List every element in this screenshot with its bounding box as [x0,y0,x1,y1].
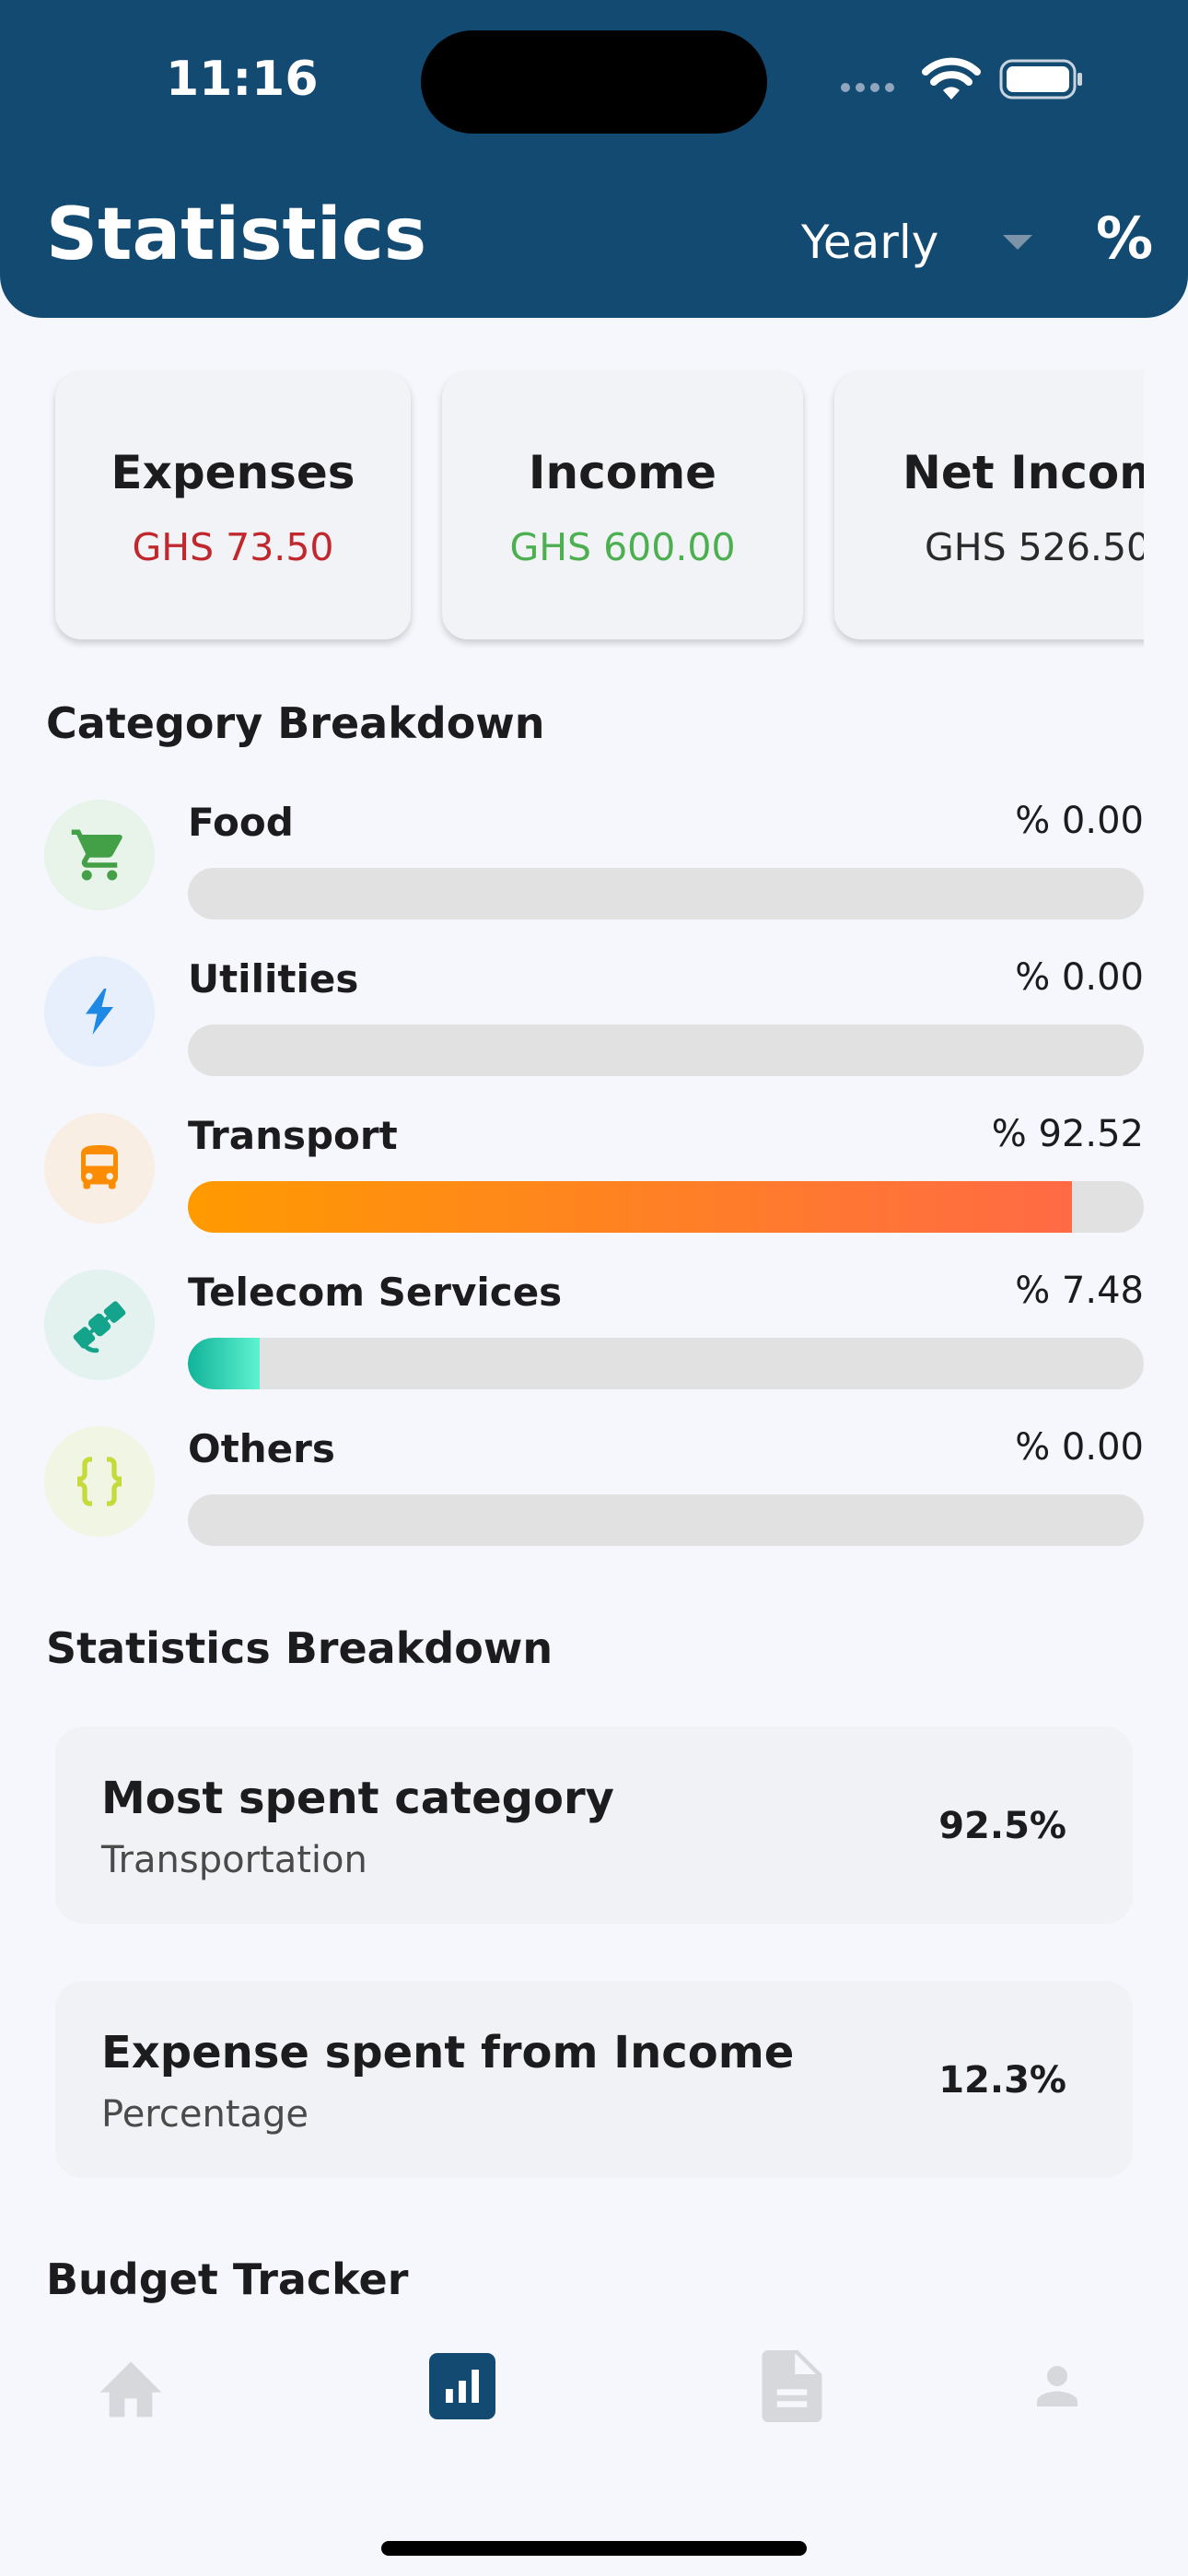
income-card[interactable]: Income GHS 600.00 [442,372,803,639]
category-progress-track [188,1181,1144,1233]
card-title: Net Incom [903,446,1144,499]
page-title: Statistics [46,193,427,276]
home-icon [99,2361,162,2418]
stat-subtitle: Transportation [101,1839,367,1881]
chevron-down-icon [1003,235,1033,250]
nav-statistics[interactable] [425,2349,499,2423]
category-row-others[interactable]: Others % 0.00 [44,1426,1144,1564]
category-progress-fill [188,1338,260,1389]
category-percent: % 0.00 [1015,1426,1144,1469]
app-header: 11:16 Statistics Yearly % [0,0,1188,318]
home-indicator [381,2541,807,2556]
stats-icon [429,2353,495,2419]
category-percent: % 7.48 [1015,1270,1144,1312]
category-percent: % 92.52 [991,1113,1144,1155]
category-row-telecom[interactable]: Telecom Services % 7.48 [44,1270,1144,1408]
net-income-card[interactable]: Net Incom GHS 526.50 [834,372,1144,639]
percent-toggle-button[interactable]: % [1096,205,1153,272]
profile-icon [1037,2366,1077,2406]
stat-title: Most spent category [101,1773,614,1824]
stat-title: Expense spent from Income [101,2027,795,2078]
category-percent: % 0.00 [1015,800,1144,842]
category-row-transport[interactable]: Transport % 92.52 [44,1113,1144,1251]
category-percent: % 0.00 [1015,956,1144,999]
bottom-navigation [0,2303,1188,2576]
nav-reports[interactable] [755,2349,829,2423]
category-name: Utilities [188,956,359,1001]
budget-tracker-heading: Budget Tracker [46,2254,409,2304]
category-breakdown-heading: Category Breakdown [46,698,545,748]
category-row-utilities[interactable]: Utilities % 0.00 [44,956,1144,1095]
category-progress-track [188,1025,1144,1076]
category-progress-track [188,1494,1144,1546]
category-name: Telecom Services [188,1270,563,1315]
nav-home[interactable] [94,2349,168,2423]
category-progress-track [188,868,1144,919]
card-title: Expenses [111,446,355,499]
category-progress-track [188,1338,1144,1389]
expenses-card[interactable]: Expenses GHS 73.50 [55,372,411,639]
bolt-icon [44,956,155,1067]
category-name: Transport [188,1113,398,1158]
expense-from-income-card[interactable]: Expense spent from Income Percentage 12.… [55,1981,1133,2178]
card-value: GHS 526.50 [925,525,1144,569]
statistics-breakdown-heading: Statistics Breakdown [46,1623,553,1673]
status-time: 11:16 [166,52,319,107]
period-label: Yearly [801,216,939,269]
braces-icon [44,1426,155,1537]
card-value: GHS 73.50 [132,525,334,569]
satellite-icon [44,1270,155,1380]
dynamic-island [421,30,767,134]
document-icon [762,2350,822,2422]
stat-subtitle: Percentage [101,2093,309,2136]
bus-icon [44,1113,155,1224]
card-title: Income [528,446,717,499]
battery-icon [999,59,1082,100]
cart-icon [44,800,155,910]
category-name: Food [188,800,294,845]
wifi-icon [922,57,981,100]
nav-profile[interactable] [1020,2349,1094,2423]
most-spent-category-card[interactable]: Most spent category Transportation 92.5% [55,1727,1133,1924]
period-dropdown[interactable]: Yearly [801,210,1033,275]
summary-cards-scroller[interactable]: Expenses GHS 73.50 Income GHS 600.00 Net… [37,350,1144,663]
signal-icon [841,83,894,92]
category-name: Others [188,1426,335,1471]
stat-value: 12.3% [938,2059,1066,2102]
category-row-food[interactable]: Food % 0.00 [44,800,1144,938]
category-progress-fill [188,1181,1073,1233]
stat-value: 92.5% [938,1805,1066,1847]
card-value: GHS 600.00 [509,525,736,569]
